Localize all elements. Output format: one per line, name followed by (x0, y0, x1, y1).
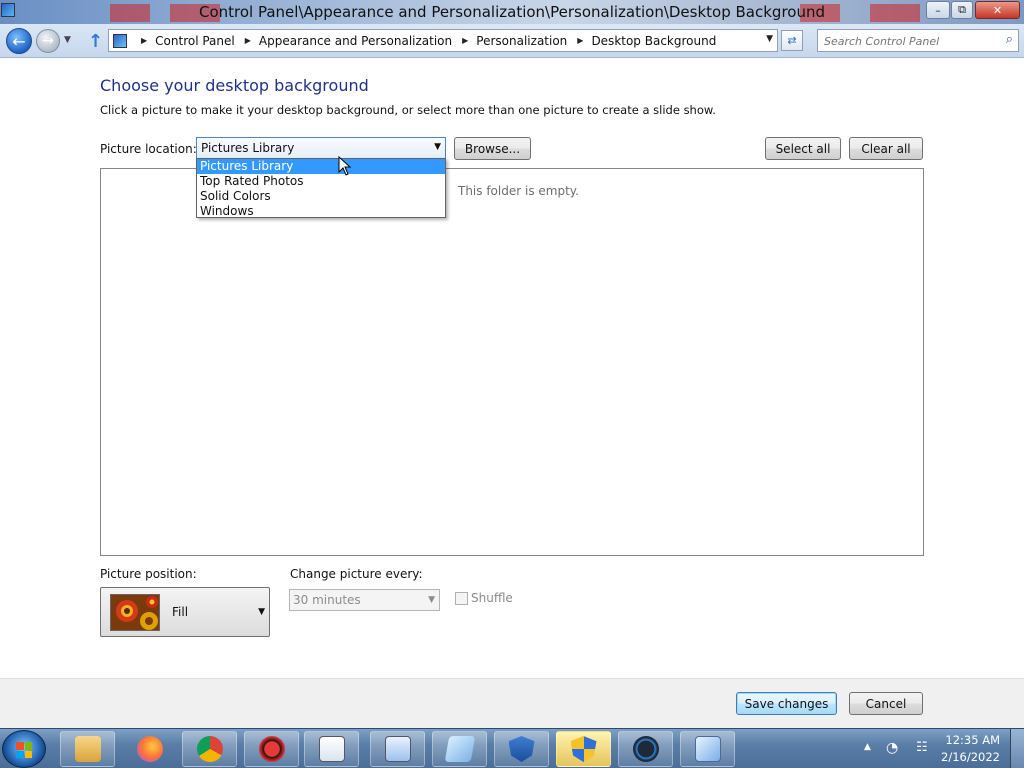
taskbar-shield-app[interactable] (494, 731, 549, 767)
picture-position-value: Fill (172, 605, 189, 619)
back-arrow-icon: ← (12, 31, 26, 51)
taskbar-ccleaner[interactable] (618, 731, 673, 767)
app-red-icon (258, 736, 285, 762)
forward-button[interactable]: → (36, 29, 60, 53)
taskbar-uac[interactable] (556, 731, 611, 767)
chevron-down-icon: ▼ (258, 607, 265, 617)
chrome-icon (196, 736, 223, 762)
network-icon[interactable]: ☷ (916, 740, 928, 755)
maximize-button[interactable]: ⧉ (951, 1, 973, 19)
shuffle-label: Shuffle (471, 591, 513, 605)
clock-time[interactable]: 12:35 AM (945, 733, 1000, 747)
notepad-icon (318, 736, 345, 762)
taskbar-red-app[interactable] (244, 731, 299, 767)
taskbar-control-panel[interactable] (680, 731, 735, 767)
control-panel-icon (113, 33, 127, 48)
clear-all-button[interactable]: Clear all (849, 137, 923, 160)
chevron-right-icon[interactable]: ▶ (577, 36, 583, 45)
ccleaner-icon (632, 736, 659, 762)
shield-blue-icon (508, 736, 535, 762)
breadcrumb: ▶ Control Panel ▶ Appearance and Persona… (131, 34, 716, 48)
picture-location-options[interactable]: Pictures Library Top Rated Photos Solid … (196, 158, 446, 218)
taskbar-chrome[interactable] (182, 731, 237, 767)
breadcrumb-desktop-background[interactable]: Desktop Background (591, 34, 716, 48)
restore-icon: ⧉ (958, 3, 966, 16)
select-all-button[interactable]: Select all (765, 137, 841, 160)
chevron-right-icon[interactable]: ▶ (245, 36, 251, 45)
show-desktop-button[interactable] (1010, 729, 1024, 768)
picture-location-select[interactable]: Pictures Library ▼ (196, 137, 446, 159)
breadcrumb-control-panel[interactable]: Control Panel (155, 34, 235, 48)
windows-logo-icon (16, 742, 32, 758)
close-icon: ✕ (992, 3, 1003, 17)
refresh-button[interactable]: ⇄ (781, 30, 803, 51)
paint-icon (444, 736, 475, 762)
navigation-bar: ← → ▼ ↑ ▶ Control Panel ▶ Appearance and… (0, 24, 1024, 58)
address-bar[interactable]: ▶ Control Panel ▶ Appearance and Persona… (108, 29, 778, 52)
up-button[interactable]: ↑ (88, 31, 103, 52)
cancel-button[interactable]: Cancel (849, 692, 923, 715)
taskbar-firefox[interactable] (122, 731, 177, 767)
recent-pages-dropdown[interactable]: ▼ (64, 35, 71, 45)
close-button[interactable]: ✕ (975, 1, 1020, 19)
control-panel-icon (694, 736, 721, 762)
up-arrow-icon: ↑ (88, 31, 104, 52)
firefox-icon (136, 736, 163, 762)
minimize-icon: – (935, 3, 941, 17)
shuffle-option[interactable]: Shuffle (455, 591, 513, 605)
taskbar-wordpad[interactable] (370, 731, 425, 767)
page-description: Click a picture to make it your desktop … (100, 103, 716, 117)
window-title: Control Panel\Appearance and Personaliza… (198, 3, 825, 21)
change-picture-every-label: Change picture every: (290, 567, 423, 581)
picture-list[interactable] (100, 168, 924, 556)
location-option-windows[interactable]: Windows (197, 204, 445, 217)
refresh-icon: ⇄ (787, 34, 797, 47)
minimize-button[interactable]: – (926, 1, 950, 19)
shuffle-checkbox[interactable] (455, 591, 468, 605)
chevron-down-icon: ▼ (434, 142, 441, 152)
picture-location-label: Picture location: (100, 142, 197, 156)
location-option-top-rated-photos[interactable]: Top Rated Photos (197, 174, 445, 189)
search-input[interactable] (824, 33, 994, 49)
taskbar-explorer[interactable] (60, 731, 115, 767)
back-button[interactable]: ← (6, 28, 32, 54)
picture-position-label: Picture position: (100, 567, 197, 581)
picture-position-select[interactable]: Fill ▼ (100, 587, 270, 637)
forward-arrow-icon: → (42, 33, 54, 49)
chevron-down-icon: ▼ (428, 595, 435, 605)
empty-folder-message: This folder is empty. (458, 184, 579, 198)
wordpad-icon (384, 736, 411, 762)
save-changes-button[interactable]: Save changes (736, 692, 837, 715)
taskbar-notepad[interactable] (304, 731, 359, 767)
title-bar: Control Panel\Appearance and Personaliza… (0, 0, 1024, 24)
taskbar: ▲ ◔ ☷ 12:35 AM 2/16/2022 (0, 728, 1024, 768)
footer: Save changes Cancel (0, 678, 1024, 728)
location-option-solid-colors[interactable]: Solid Colors (197, 189, 445, 204)
chevron-right-icon[interactable]: ▶ (462, 36, 468, 45)
breadcrumb-personalization[interactable]: Personalization (476, 34, 567, 48)
search-box[interactable]: ⌕ (817, 29, 1019, 52)
picture-location-value: Pictures Library (201, 141, 295, 155)
taskbar-paint[interactable] (432, 731, 487, 767)
location-option-pictures-library[interactable]: Pictures Library (197, 159, 445, 174)
tray-expand-icon[interactable]: ▲ (864, 742, 871, 752)
change-picture-every-select[interactable]: 30 minutes ▼ (289, 589, 440, 611)
tray-app-icon[interactable]: ◔ (886, 740, 898, 756)
page-title: Choose your desktop background (100, 76, 369, 95)
change-picture-every-value: 30 minutes (293, 593, 361, 607)
flower-thumbnail-icon (110, 594, 160, 631)
search-icon[interactable]: ⌕ (1006, 32, 1013, 47)
breadcrumb-appearance[interactable]: Appearance and Personalization (259, 34, 452, 48)
explorer-icon (74, 736, 101, 762)
start-button[interactable] (2, 730, 46, 768)
browse-button[interactable]: Browse... (454, 137, 531, 160)
address-dropdown-icon[interactable]: ▼ (766, 34, 773, 44)
uac-shield-icon (570, 736, 597, 762)
chevron-right-icon[interactable]: ▶ (141, 36, 147, 45)
clock-date[interactable]: 2/16/2022 (941, 750, 1000, 764)
system-tray: ▲ ◔ ☷ 12:35 AM 2/16/2022 (858, 729, 1024, 768)
main-content: Choose your desktop background Click a p… (0, 59, 1024, 678)
